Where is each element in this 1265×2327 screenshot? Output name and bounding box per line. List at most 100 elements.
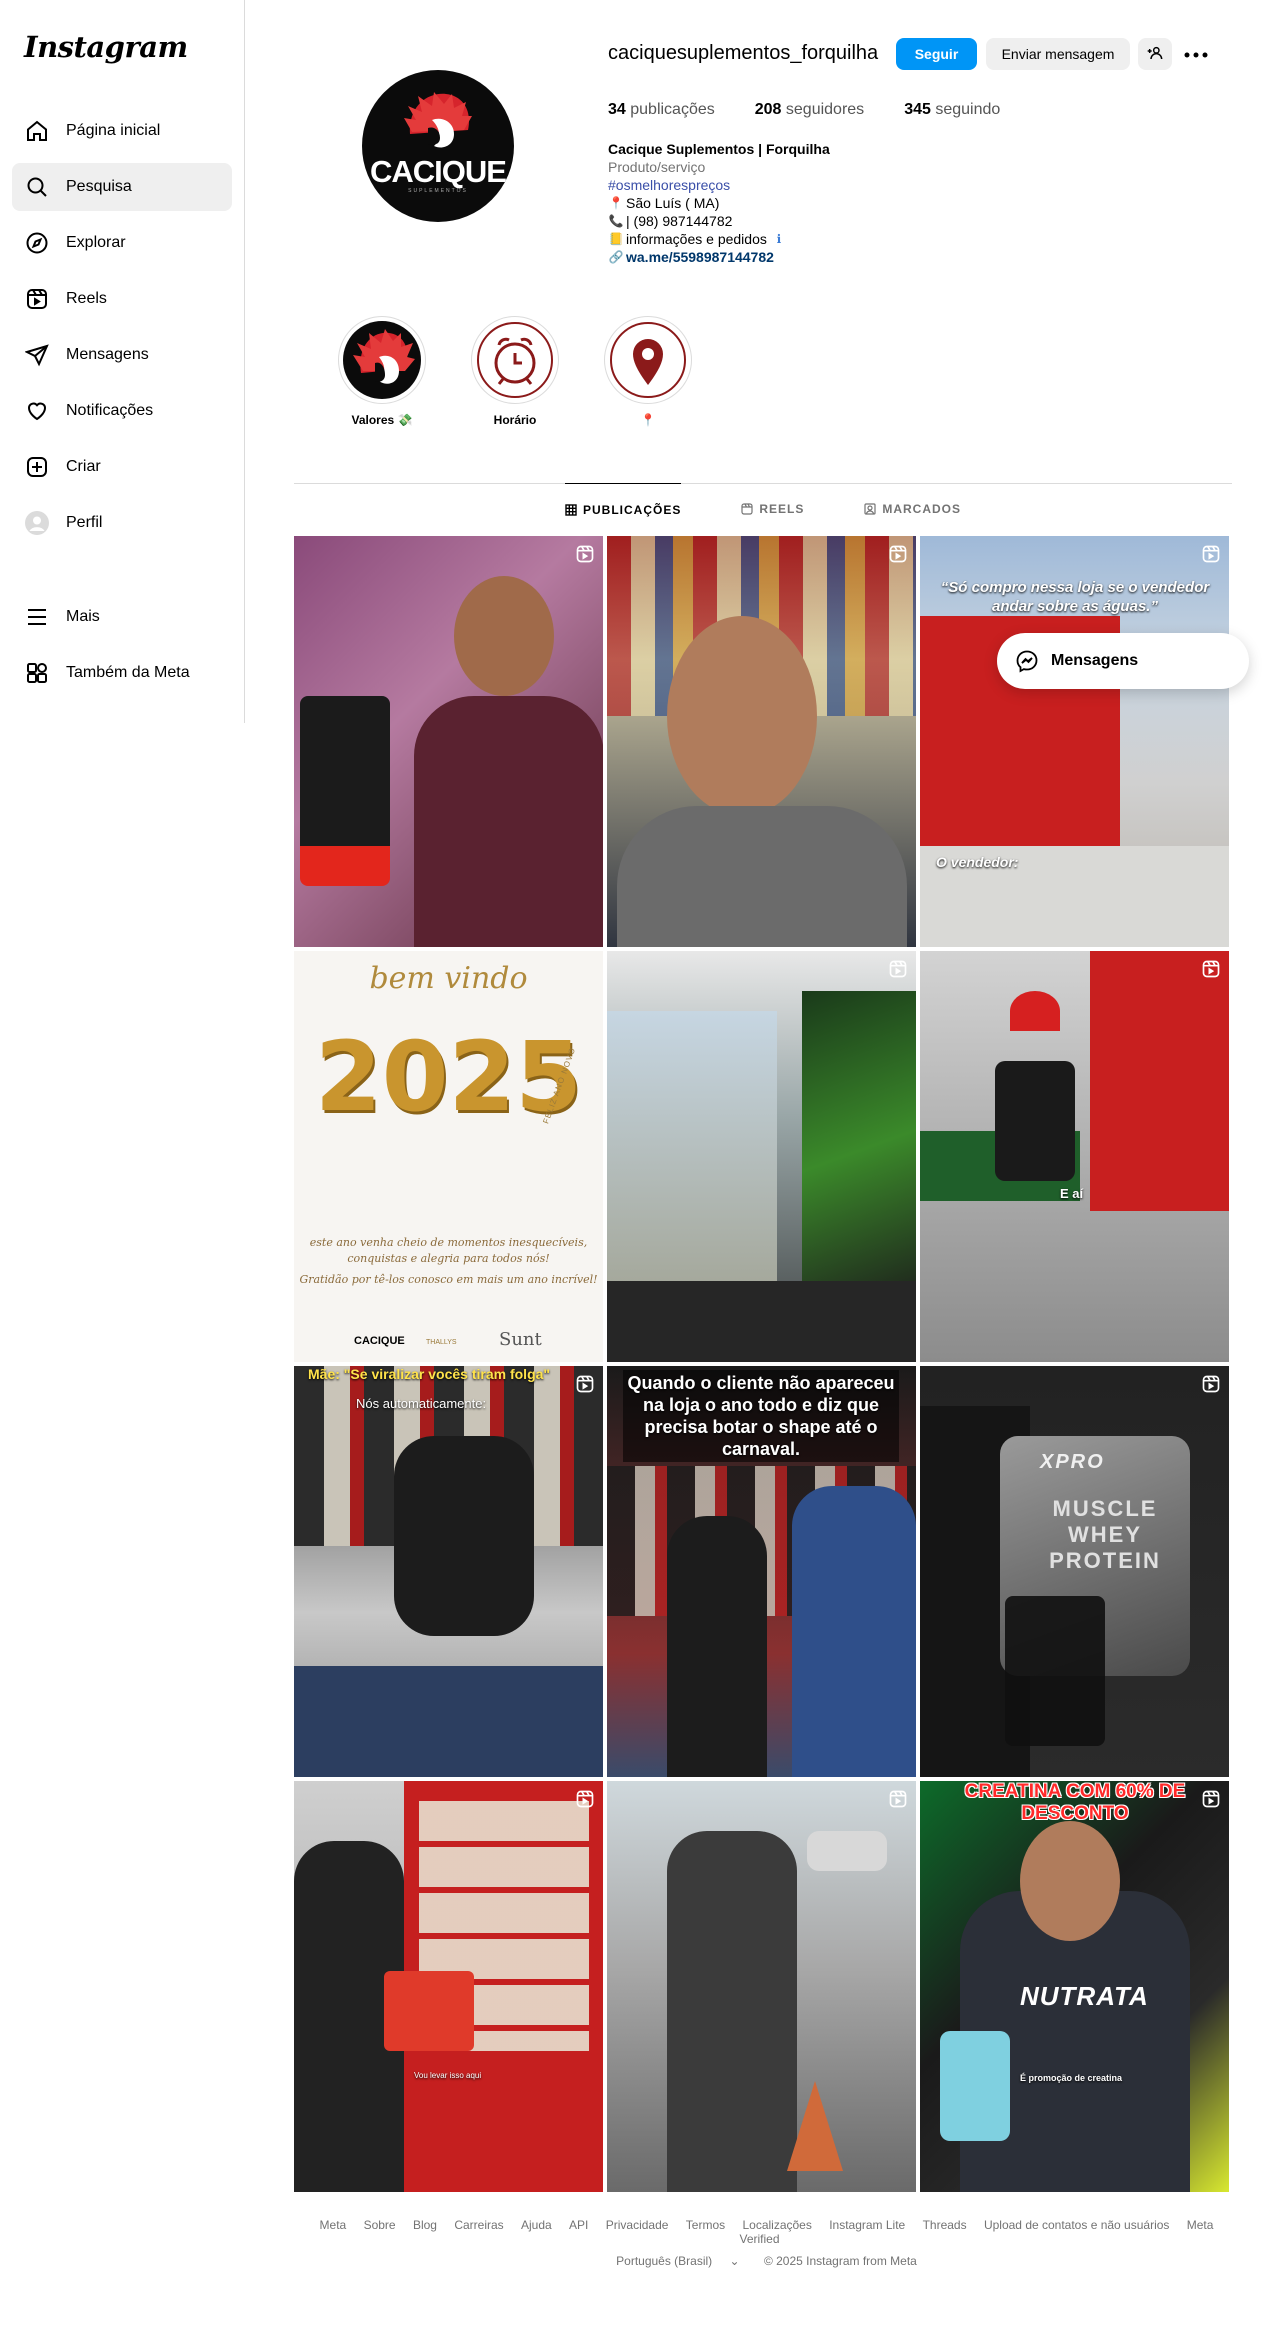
tab-tagged[interactable]: MARCADOS	[864, 483, 961, 535]
chevron-down-icon: ⌄	[729, 2254, 740, 2268]
footer-link[interactable]: Blog	[413, 2218, 437, 2232]
footer-link[interactable]: Termos	[686, 2218, 725, 2232]
pin-icon: 📍	[608, 196, 624, 210]
sidebar-item-also-from-meta[interactable]: Também da Meta	[12, 649, 232, 697]
sidebar-item-more[interactable]: Mais	[12, 593, 232, 641]
sidebar-item-reels[interactable]: Reels	[12, 275, 232, 323]
sidebar-item-label: Mensagens	[66, 346, 149, 363]
reel-icon	[888, 1789, 908, 1814]
post-caption: CREATINA COM 60% DE DESCONTO	[964, 1781, 1186, 1824]
sidebar-item-home[interactable]: Página inicial	[12, 107, 232, 155]
footer-link[interactable]: Instagram Lite	[829, 2218, 905, 2232]
footer-link[interactable]: Meta	[320, 2218, 347, 2232]
bio-hashtag-link[interactable]: #osmelhorespreços	[608, 176, 1008, 194]
highlight-label: 📍	[640, 413, 656, 427]
copyright: © 2025 Instagram from Meta	[763, 2254, 917, 2268]
footer-link[interactable]: Localizações	[742, 2218, 811, 2232]
menu-icon	[24, 604, 50, 630]
sidebar-nav: Página inicial Pesquisa Explorar Reels M…	[12, 107, 232, 555]
heart-icon	[24, 398, 50, 424]
post-tile[interactable]	[607, 951, 916, 1362]
footer-link[interactable]: Ajuda	[521, 2218, 552, 2232]
bio-info: 📒 informações e pedidos ℹ	[608, 230, 1008, 248]
tab-posts[interactable]: PUBLICAÇÕES	[564, 483, 682, 535]
post-caption: Sunt	[499, 1329, 542, 1350]
search-icon	[24, 174, 50, 200]
sidebar-bottom-nav: Mais Também da Meta	[12, 593, 232, 705]
bio-link[interactable]: 🔗 wa.me/5598987144782	[608, 248, 1008, 266]
post-tile[interactable]: NUTRATA CREATINA COM 60% DE DESCONTO É p…	[920, 1781, 1229, 2192]
footer-link[interactable]: API	[569, 2218, 588, 2232]
post-tile[interactable]: Vou levar isso aqui	[294, 1781, 603, 2192]
post-tile[interactable]: Mãe: "Se viralizar vocês tiram folga" Nó…	[294, 1366, 603, 1777]
suggested-accounts-button[interactable]	[1138, 38, 1172, 70]
sidebar-item-profile[interactable]: Perfil	[12, 499, 232, 547]
post-caption: Vou levar isso aqui	[414, 2071, 482, 2080]
sidebar-item-messages[interactable]: Mensagens	[12, 331, 232, 379]
post-tile[interactable]: XPRO MUSCLE WHEY PROTEIN	[920, 1366, 1229, 1777]
creatine-tub	[940, 2031, 1010, 2141]
post-tile[interactable]: bem vindo 2025 FELIZ ANO NOVO este ano v…	[294, 951, 603, 1362]
reels-icon	[24, 286, 50, 312]
post-caption: bem vindo	[369, 961, 528, 996]
avatar-brand-text: CACIQUE	[370, 154, 507, 189]
footer-link[interactable]: Upload de contatos e não usuários	[984, 2218, 1169, 2232]
instagram-logo[interactable]: Instagram	[24, 30, 188, 64]
post-caption: este ano venha cheio de momentos inesque…	[309, 1236, 588, 1265]
post-caption: Nós automaticamente:	[356, 1396, 487, 1411]
sidebar-item-search[interactable]: Pesquisa	[12, 163, 232, 211]
bio-phone: 📞 | (98) 987144782	[608, 213, 733, 229]
sidebar-item-notifications[interactable]: Notificações	[12, 387, 232, 435]
footer-link[interactable]: Threads	[923, 2218, 967, 2232]
footer-links: Meta Sobre Blog Carreiras Ajuda API Priv…	[294, 2218, 1232, 2246]
sidebar-item-explore[interactable]: Explorar	[12, 219, 232, 267]
post-tile[interactable]	[607, 1781, 916, 2192]
footer-link[interactable]: Privacidade	[606, 2218, 669, 2232]
send-message-button[interactable]: Enviar mensagem	[986, 38, 1130, 70]
post-tile[interactable]: “Só compro nessa loja se o vendedor anda…	[920, 536, 1229, 947]
sidebar-item-label: Notificações	[66, 402, 154, 419]
followers-count[interactable]: 208 seguidores	[755, 101, 864, 119]
more-options-button[interactable]	[1181, 42, 1211, 66]
messages-floating-button[interactable]: Mensagens	[997, 633, 1249, 689]
grid-icon	[565, 503, 577, 516]
profile-username: caciquesuplementos_forquilha	[608, 42, 879, 64]
following-count[interactable]: 345 seguindo	[904, 101, 1000, 119]
reel-icon	[888, 959, 908, 984]
footer-link[interactable]: Sobre	[364, 2218, 396, 2232]
reel-icon	[1201, 1374, 1221, 1399]
traffic-cone	[787, 2081, 843, 2171]
profile-category: Produto/serviço	[608, 159, 706, 175]
reel-icon	[575, 544, 595, 569]
profile-tabs: PUBLICAÇÕES REELS MARCADOS	[294, 483, 1232, 535]
post-tile[interactable]: E aí	[920, 951, 1229, 1362]
bio-location: 📍 São Luís ( MA)	[608, 195, 720, 211]
follow-button[interactable]: Seguir	[896, 38, 977, 70]
post-tile[interactable]: Quando o cliente não apareceu na loja o …	[607, 1366, 916, 1777]
reel-icon	[1201, 1789, 1221, 1814]
highlight-label: Horário	[493, 413, 537, 427]
footer-meta: Português (Brasil) ⌄ © 2025 Instagram fr…	[294, 2254, 1232, 2268]
messages-label: Mensagens	[1051, 652, 1139, 669]
highlight-location[interactable]: 📍	[603, 316, 693, 427]
footer-link[interactable]: Carreiras	[454, 2218, 503, 2232]
highlight-valores[interactable]: Valores 💸	[337, 316, 427, 427]
post-tile[interactable]	[607, 536, 916, 947]
post-tile[interactable]	[294, 536, 603, 947]
profile-bio: Cacique Suplementos | Forquilha Produto/…	[608, 140, 1008, 266]
reel-icon	[888, 544, 908, 569]
reel-icon	[1201, 544, 1221, 569]
sidebar-item-label: Explorar	[66, 234, 126, 251]
profile-avatar[interactable]: CACIQUE SUPLEMENTOS	[362, 70, 514, 222]
tab-reels[interactable]: REELS	[741, 483, 804, 535]
highlight-cover	[609, 321, 687, 399]
post-caption: XPRO	[1040, 1451, 1105, 1473]
language-select[interactable]: Português (Brasil) ⌄	[609, 2254, 746, 2268]
highlight-horario[interactable]: Horário	[470, 316, 560, 427]
sidebar-item-label: Página inicial	[66, 122, 161, 139]
post-caption: THALLYS	[426, 1339, 457, 1346]
post-caption: NUTRATA	[1020, 1981, 1149, 2011]
link-icon: 🔗	[608, 250, 624, 264]
profile-full-name: Cacique Suplementos | Forquilha	[608, 141, 830, 157]
sidebar-item-create[interactable]: Criar	[12, 443, 232, 491]
